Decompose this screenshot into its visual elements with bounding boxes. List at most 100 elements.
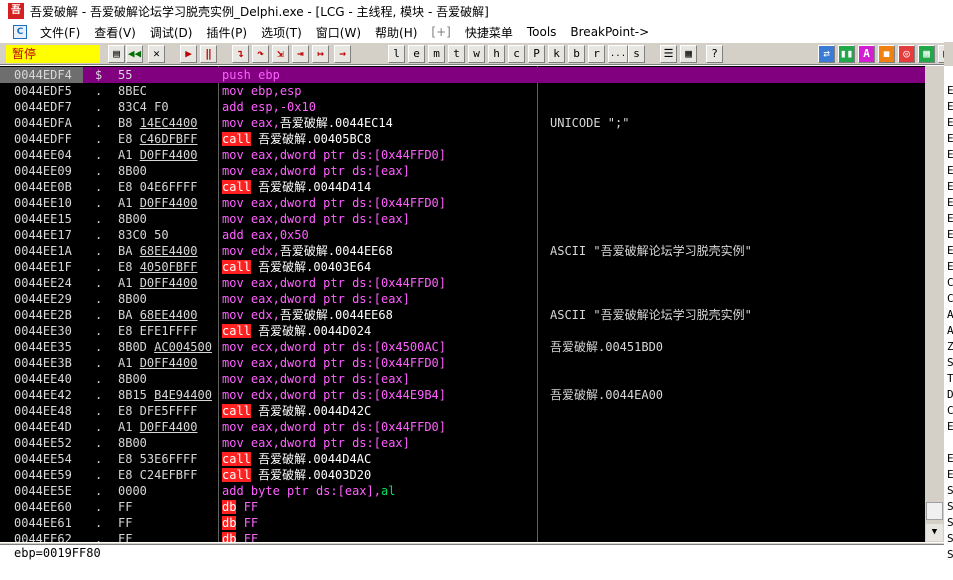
cpu-window-icon[interactable]: C xyxy=(13,25,27,39)
hex-bytes: E8 xyxy=(118,260,140,274)
menu-item[interactable]: BreakPoint-> xyxy=(563,25,656,39)
menu-item[interactable]: 窗口(W) xyxy=(309,24,368,41)
instruction-operand: 吾爱破解.0044EE68 xyxy=(279,308,393,322)
source-letter[interactable]: s xyxy=(628,45,645,63)
help-icon[interactable]: ? xyxy=(706,45,723,63)
menu-item[interactable]: Tools xyxy=(520,25,564,39)
instruction-operand xyxy=(244,212,251,226)
disasm-row[interactable]: 0044EE61. FF db FF xyxy=(0,515,925,531)
close-icon[interactable]: ✕ xyxy=(148,45,165,63)
instruction-operand xyxy=(244,116,251,130)
scroll-down-arrow-icon[interactable]: ▼ xyxy=(926,524,943,541)
menu-item[interactable]: 帮助(H) xyxy=(368,24,424,41)
list-icon[interactable]: ☰ xyxy=(660,45,677,63)
references-letter[interactable]: r xyxy=(588,45,605,63)
disasm-row[interactable]: 0044EE15. 8B00 mov eax,dword ptr ds:[eax] xyxy=(0,211,925,227)
row-instruction: mov edx,dword ptr ds:[0x44E9B4] xyxy=(222,387,446,403)
log-window-letter[interactable]: l xyxy=(388,45,405,63)
trace-over-icon[interactable]: ⇥ xyxy=(292,45,309,63)
swap-icon[interactable]: ⇄ xyxy=(818,45,835,63)
threads-letter[interactable]: t xyxy=(448,45,465,63)
disasm-row[interactable]: 0044EE62. FF db FF xyxy=(0,531,925,542)
windows-letter[interactable]: w xyxy=(468,45,485,63)
rewind-icon[interactable]: ◀◀ xyxy=(126,45,143,63)
call-stack-letter[interactable]: k xyxy=(548,45,565,63)
disasm-row[interactable]: 0044EE35. 8B0D AC004500 mov ecx,dword ptr … xyxy=(0,339,925,355)
instruction-operand xyxy=(236,516,243,530)
register-pane-letter: C xyxy=(947,404,953,417)
menu-item[interactable]: 文件(F) xyxy=(33,24,87,41)
disasm-row[interactable]: 0044EE0B. E8 04E6FFFF call 吾爱破解.0044D414 xyxy=(0,179,925,195)
trace-into-icon[interactable]: ⇲ xyxy=(272,45,289,63)
row-comment: ASCII "吾爱破解论坛学习脱壳实例" xyxy=(550,308,752,322)
disasm-row[interactable]: 0044EDFA. B8 14EC4400 mov eax,吾爱破解.0044EC1… xyxy=(0,115,925,131)
disasm-row[interactable]: 0044EE42. 8B15 B4E94400 mov edx,dword ptr … xyxy=(0,387,925,403)
disasm-row[interactable]: 0044EDF5. 8BEC mov ebp,esp xyxy=(0,83,925,99)
disasm-row[interactable]: 0044EE04. A1 D0FF4400 mov eax,dword ptr ds… xyxy=(0,147,925,163)
disasm-row[interactable]: 0044EE24. A1 D0FF4400 mov eax,dword ptr ds… xyxy=(0,275,925,291)
row-hex-bytes: E8 53E6FFFF xyxy=(118,451,197,467)
orange-icon[interactable]: ◼ xyxy=(878,45,895,63)
go-to-icon[interactable]: → xyxy=(334,45,351,63)
menu-item[interactable]: 快捷菜单 xyxy=(458,24,520,41)
instruction-operand xyxy=(244,436,251,450)
disasm-row[interactable]: 0044EE1A. BA 68EE4400 mov edx,吾爱破解.0044EE6… xyxy=(0,243,925,259)
disasm-row[interactable]: 0044EE09. 8B00 mov eax,dword ptr ds:[eax] xyxy=(0,163,925,179)
menu-item[interactable]: 调试(D) xyxy=(143,24,200,41)
instruction-operand: eax,dword ptr ds:[0x44FFD0] xyxy=(250,148,446,162)
a-icon[interactable]: A xyxy=(858,45,875,63)
instruction-mnemonic: call xyxy=(222,324,251,338)
breakpoints-letter[interactable]: b xyxy=(568,45,585,63)
disasm-row[interactable]: 0044EE1F. E8 4050FBFF call 吾爱破解.00403E64 xyxy=(0,259,925,275)
disasm-row[interactable]: 0044EE40. 8B00 mov eax,dword ptr ds:[eax] xyxy=(0,371,925,387)
disasm-row[interactable]: 0044EE59. E8 C24EFBFF call 吾爱破解.00403D20 xyxy=(0,467,925,483)
disasm-row[interactable]: 0044EE60. FF db FF xyxy=(0,499,925,515)
disasm-row[interactable]: 0044EE10. A1 D0FF4400 mov eax,dword ptr ds… xyxy=(0,195,925,211)
memory-map-letter[interactable]: m xyxy=(428,45,445,63)
grid-icon[interactable]: ▦ xyxy=(680,45,697,63)
disasm-row[interactable]: 0044EE48. E8 DFE5FFFF call 吾爱破解.0044D42C xyxy=(0,403,925,419)
disasm-row[interactable]: 0044EE30. E8 EFE1FFFF call 吾爱破解.0044D024 xyxy=(0,323,925,339)
instruction-mnemonic: mov xyxy=(222,116,244,130)
instruction-operand: eax, xyxy=(250,116,280,130)
open-icon[interactable]: ▤ xyxy=(108,45,125,63)
disasm-row[interactable]: 0044EE4D. A1 D0FF4400 mov eax,dword ptr ds… xyxy=(0,419,925,435)
step-over-icon[interactable]: ↷ xyxy=(252,45,269,63)
row-address: 0044EE04 xyxy=(14,148,72,162)
disasm-row[interactable]: 0044EDF7. 83C4 F0 add esp,-0x10 xyxy=(0,99,925,115)
menu-item[interactable]: [+] xyxy=(424,25,457,39)
disasm-row[interactable]: 0044EE29. 8B00 mov eax,dword ptr ds:[eax] xyxy=(0,291,925,307)
row-marker: . xyxy=(95,228,103,242)
tile-icon[interactable]: ▦ xyxy=(918,45,935,63)
row-address: 0044EDF4 xyxy=(14,68,72,82)
disasm-row[interactable]: 0044EE17. 83C0 50 add eax,0x50 xyxy=(0,227,925,243)
disasm-row[interactable]: 0044EE3B. A1 D0FF4400 mov eax,dword ptr ds… xyxy=(0,355,925,371)
executable-modules-letter[interactable]: e xyxy=(408,45,425,63)
disasm-row[interactable]: 0044EDFF. E8 C46DFBFF call 吾爱破解.00405BC8 xyxy=(0,131,925,147)
run-trace-letter[interactable]: ... xyxy=(608,45,628,63)
disasm-row[interactable]: 0044EE5E. 0000 add byte ptr ds:[eax],al xyxy=(0,483,925,499)
execute-till-return-icon[interactable]: ↦ xyxy=(312,45,329,63)
disassembly-pane[interactable]: 0044EDF4 $55 push ebp 0044EDF5. 8BEC mov ebp,… xyxy=(0,66,944,542)
instruction-mnemonic: mov xyxy=(222,292,244,306)
step-into-icon[interactable]: ↴ xyxy=(232,45,249,63)
disassembly-scrollbar[interactable]: ▼ xyxy=(925,66,944,542)
row-comment: 吾爱破解.00451BD0 xyxy=(550,340,664,354)
patches-letter[interactable]: P xyxy=(528,45,545,63)
menu-item[interactable]: 插件(P) xyxy=(199,24,254,41)
instruction-operand xyxy=(244,388,251,402)
menu-item[interactable]: 查看(V) xyxy=(87,24,143,41)
target-icon[interactable]: ◎ xyxy=(898,45,915,63)
run-icon[interactable]: ▶ xyxy=(180,45,197,63)
pause-alt-icon[interactable]: ▮▮ xyxy=(838,45,855,63)
disasm-row[interactable]: 0044EE2B. BA 68EE4400 mov edx,吾爱破解.0044EE6… xyxy=(0,307,925,323)
menu-item[interactable]: 选项(T) xyxy=(254,24,309,41)
disasm-row[interactable]: 0044EE54. E8 53E6FFFF call 吾爱破解.0044D4AC xyxy=(0,451,925,467)
cpu-letter[interactable]: c xyxy=(508,45,525,63)
disasm-row[interactable]: 0044EE52. 8B00 mov eax,dword ptr ds:[eax] xyxy=(0,435,925,451)
handles-letter[interactable]: h xyxy=(488,45,505,63)
disasm-row-selected[interactable]: 0044EDF4 $55 push ebp xyxy=(0,67,925,83)
hex-bytes-fixup: 68EE4400 xyxy=(139,244,198,258)
scrollbar-thumb[interactable] xyxy=(926,502,943,520)
pause-icon[interactable]: ‖ xyxy=(200,45,217,63)
